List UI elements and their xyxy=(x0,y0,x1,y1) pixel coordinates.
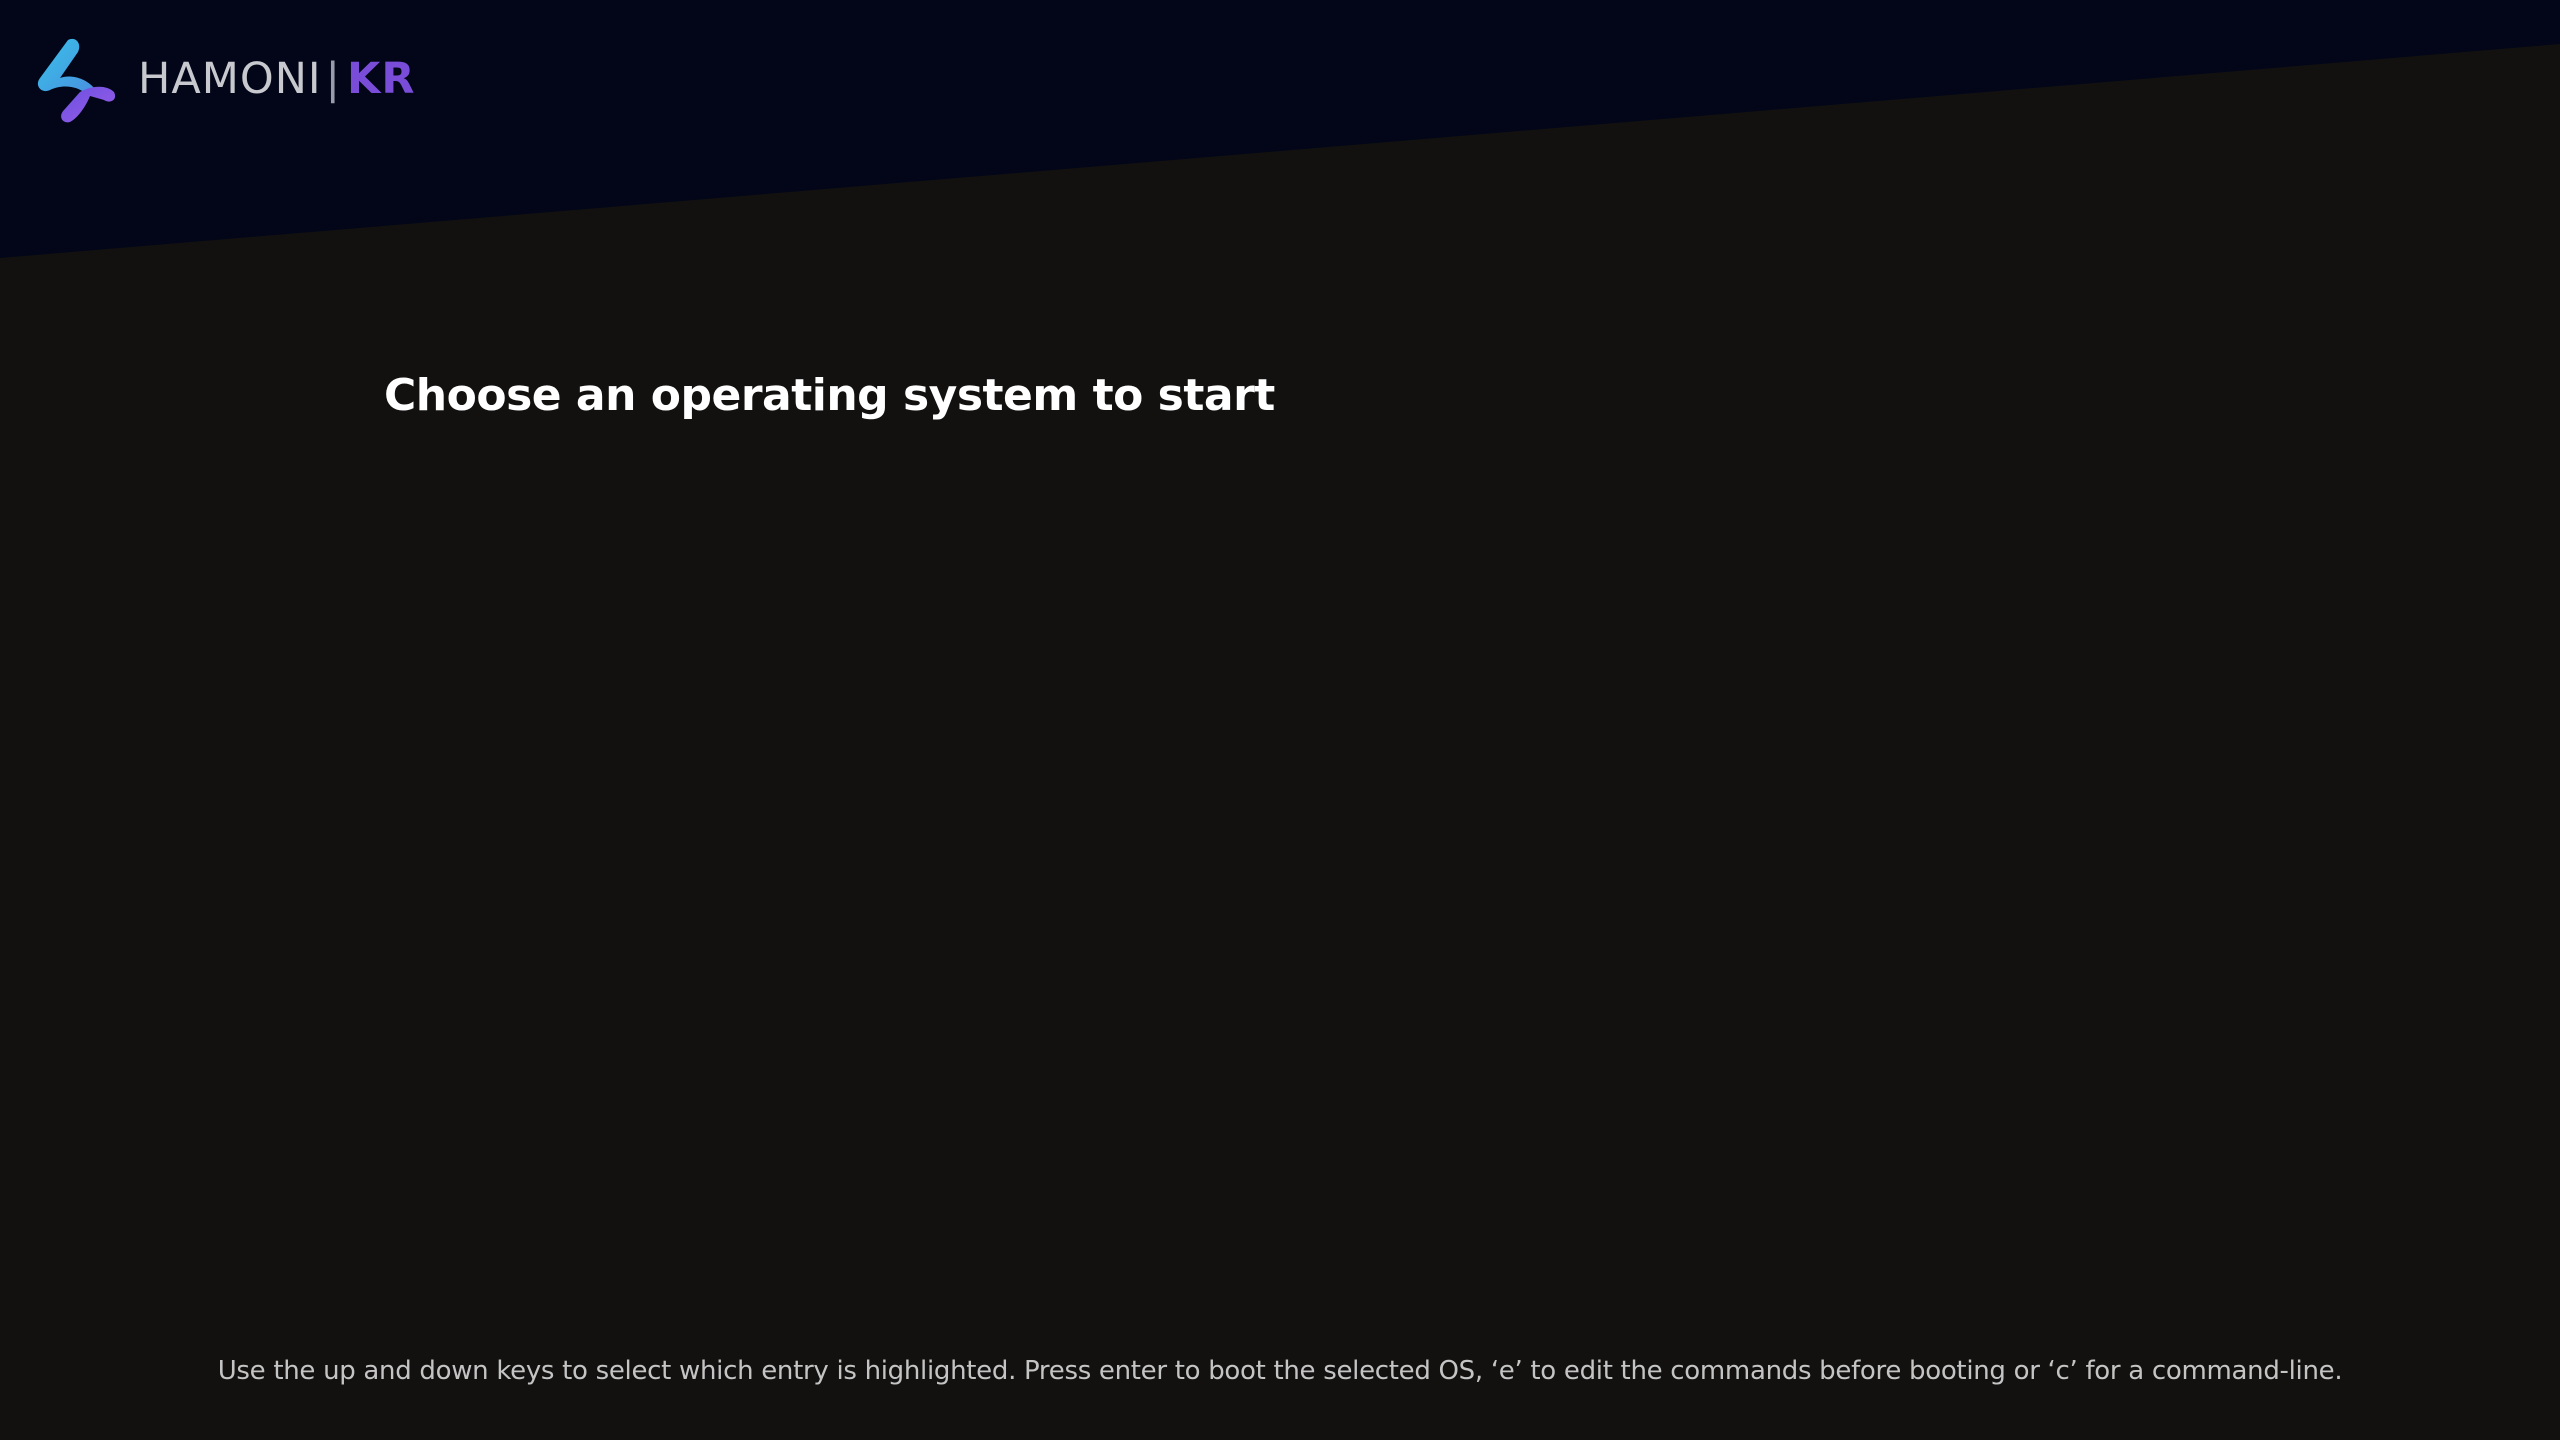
brand-name-part2: KR xyxy=(347,53,416,104)
brand-logo: HAMONI| KR xyxy=(30,34,415,124)
brand-separator: | xyxy=(325,53,342,104)
menu-title: Choose an operating system to start xyxy=(384,370,1275,421)
boot-entry-list[interactable] xyxy=(384,470,2176,1270)
help-text: Use the up and down keys to select which… xyxy=(217,1356,2343,1386)
brand-name-part1: HAMONI xyxy=(138,53,322,104)
boot-screen: HAMONI| KR Choose an operating system to … xyxy=(0,0,2560,1440)
hamonikr-logo-icon xyxy=(37,38,116,123)
brand-wordmark: HAMONI| KR xyxy=(138,57,415,101)
